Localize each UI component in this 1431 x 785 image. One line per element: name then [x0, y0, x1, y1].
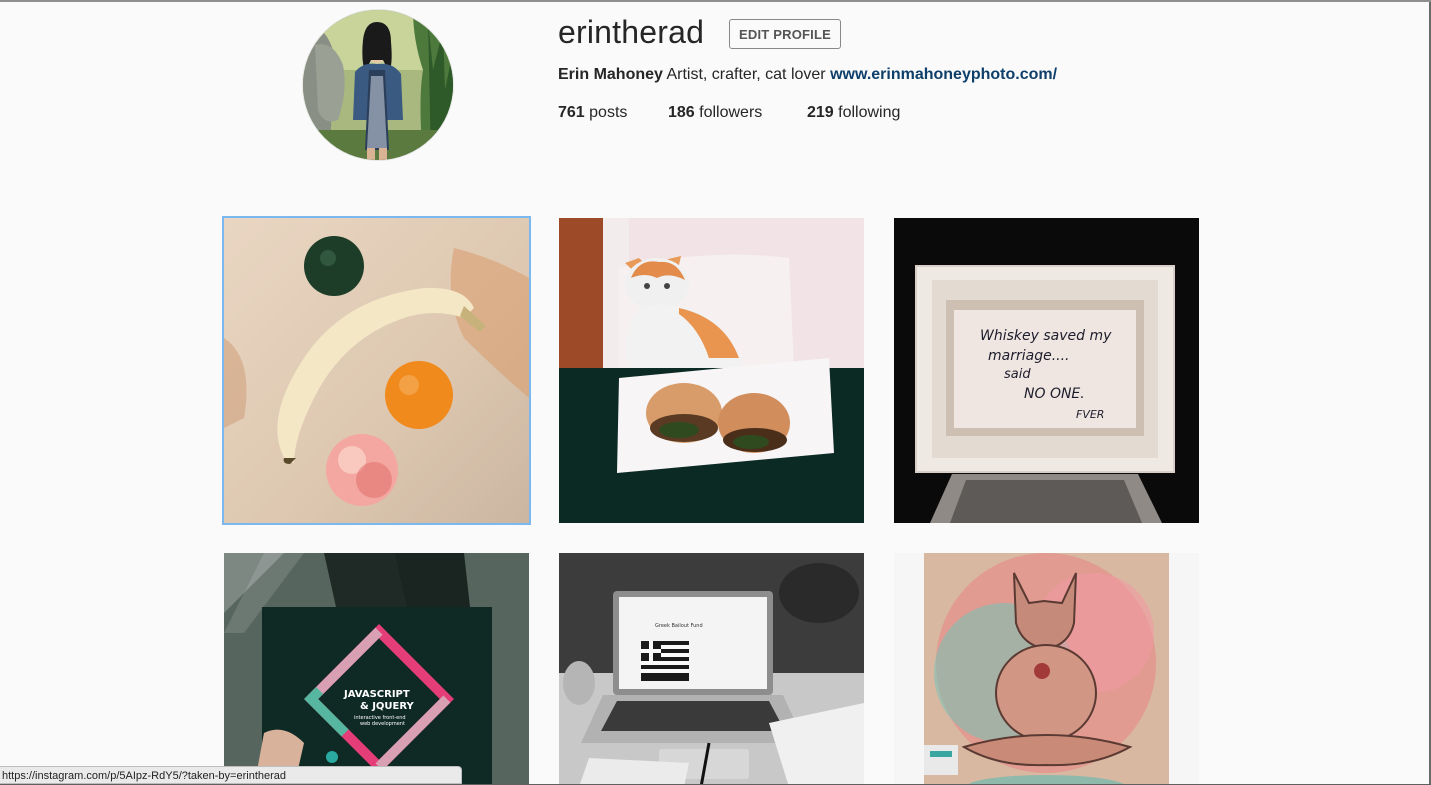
following-stat[interactable]: 219 following [807, 104, 900, 122]
post-thumbnail-laptop[interactable]: Greek Bailout Fund [559, 553, 864, 785]
post-thumbnail-cat-sandwich[interactable] [559, 218, 864, 523]
profile-full-name: Erin Mahoney [558, 66, 663, 83]
profile-bio-text: Artist, crafter, cat lover [662, 66, 831, 83]
browser-status-bar: https://instagram.com/p/5AIpz-RdY5/?take… [0, 766, 462, 784]
avatar-image [303, 10, 453, 160]
note-line-4: NO ONE. [1024, 386, 1085, 402]
followers-count: 186 [668, 104, 695, 121]
browser-viewport: erintherad EDIT PROFILE Erin Mahoney Art… [0, 0, 1431, 785]
sphynx-painting-photo [894, 553, 1199, 785]
edit-profile-button[interactable]: EDIT PROFILE [729, 19, 841, 49]
note-line-2: marriage.... [988, 348, 1070, 364]
profile-avatar[interactable] [302, 9, 454, 161]
cat-sandwich-photo [559, 218, 864, 523]
post-thumbnail-book[interactable]: JAVASCRIPT & JQUERY interactive front-en… [224, 553, 529, 785]
note-line-5: FVER [1076, 408, 1104, 421]
post-thumbnail-painting[interactable] [894, 553, 1199, 785]
post-thumbnail-framed-note[interactable]: Whiskey saved my marriage.... said NO ON… [894, 218, 1199, 523]
note-line-1: Whiskey saved my [980, 328, 1112, 344]
laptop-screen-heading: Greek Bailout Fund [655, 623, 703, 629]
profile-username: erintherad [558, 14, 705, 50]
book-subtitle-2: web development [360, 721, 405, 727]
posts-count: 761 [558, 104, 585, 121]
post-thumbnail-fruit[interactable] [222, 216, 531, 525]
book-photo: JAVASCRIPT & JQUERY interactive front-en… [224, 553, 529, 785]
laptop-photo: Greek Bailout Fund [559, 553, 864, 785]
framed-note-photo: Whiskey saved my marriage.... said NO ON… [894, 218, 1199, 523]
posts-stat: 761 posts [558, 104, 627, 122]
following-label: following [833, 104, 901, 121]
note-line-3: said [1004, 367, 1031, 382]
profile-bio: Erin Mahoney Artist, crafter, cat lover … [558, 66, 1057, 84]
following-count: 219 [807, 104, 834, 121]
profile-website-link[interactable]: www.erinmahoneyphoto.com/ [830, 66, 1057, 83]
greek-flag-icon [641, 641, 689, 681]
fruit-photo [224, 218, 529, 523]
followers-label: followers [694, 104, 763, 121]
followers-stat[interactable]: 186 followers [668, 104, 762, 122]
book-title-line2: & JQUERY [360, 701, 415, 712]
book-title-line1: JAVASCRIPT [343, 689, 410, 700]
posts-label: posts [584, 104, 628, 121]
